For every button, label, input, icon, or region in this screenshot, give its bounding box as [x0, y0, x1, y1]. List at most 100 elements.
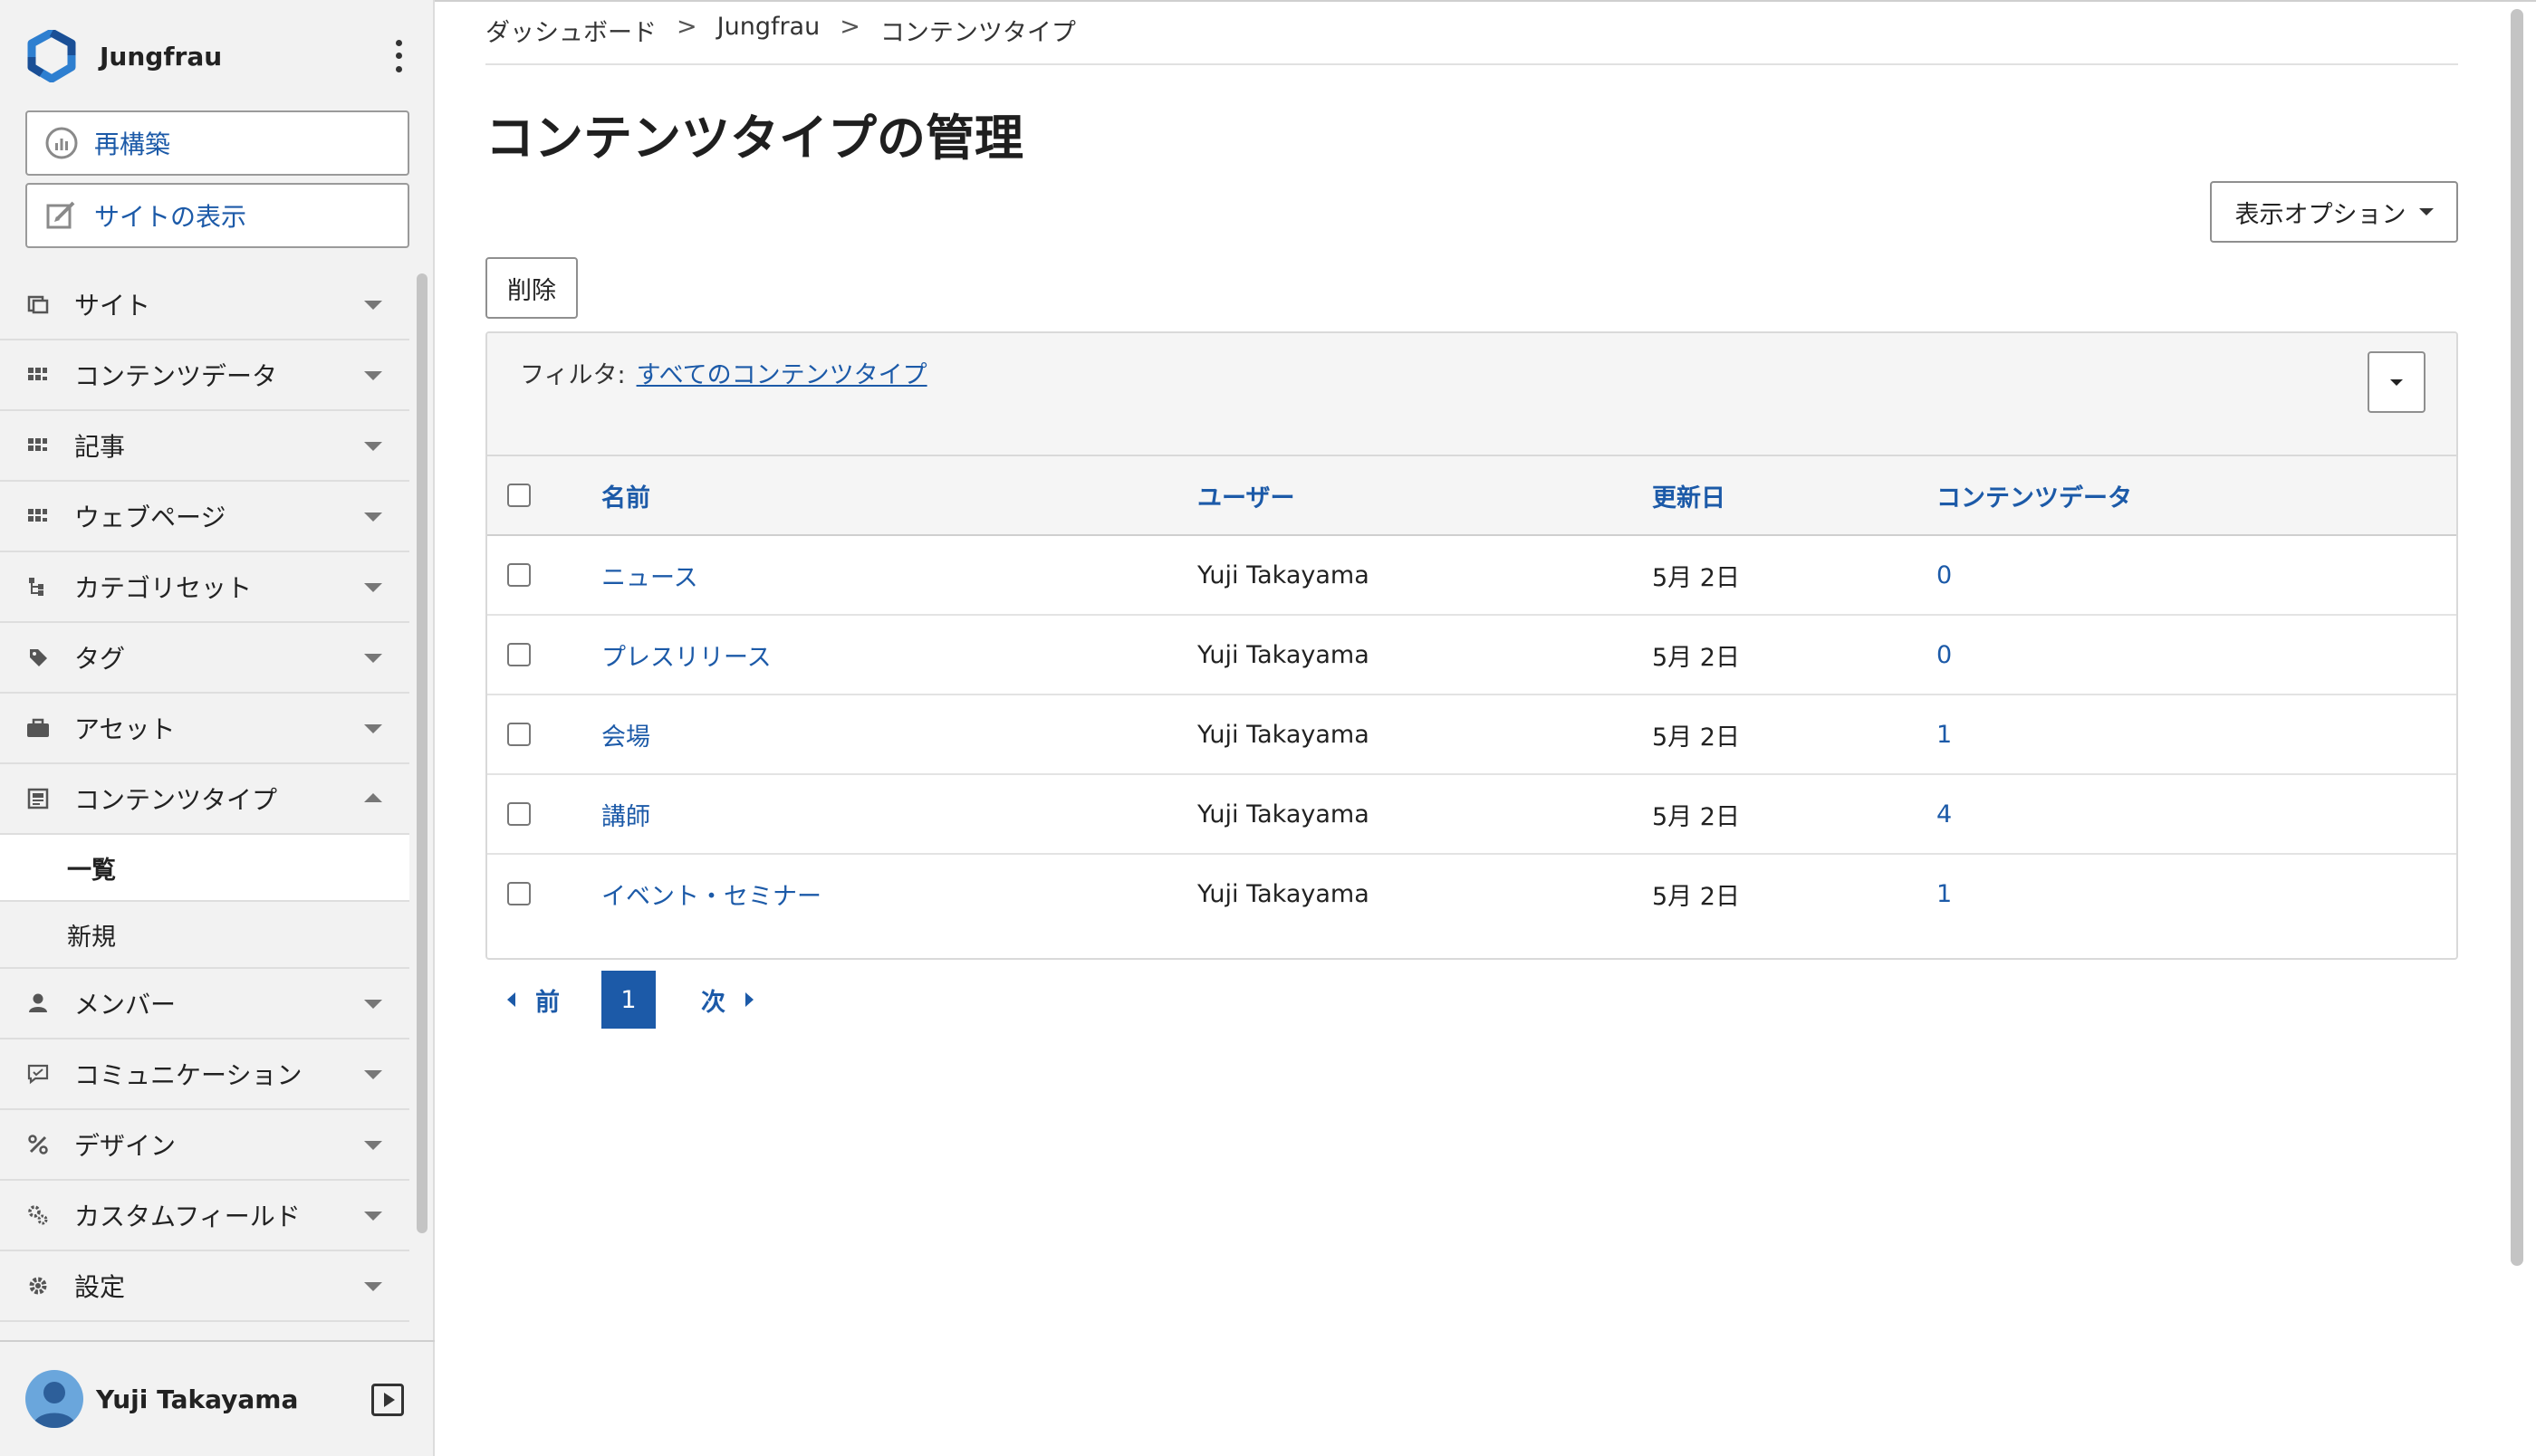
- view-site-button[interactable]: サイトの表示: [25, 183, 409, 248]
- rebuild-icon: [43, 125, 80, 161]
- row-content-data-link[interactable]: 0: [1936, 616, 1952, 694]
- sidebar-item-custom-fields[interactable]: カスタムフィールド: [0, 1181, 409, 1251]
- sidebar-item-assets[interactable]: アセット: [0, 694, 409, 764]
- breadcrumb-dashboard[interactable]: ダッシュボード: [485, 13, 657, 48]
- sidebar-scrollbar[interactable]: [417, 273, 427, 1233]
- caret-right-icon: [745, 992, 754, 1007]
- chevron-down-icon: [364, 1000, 382, 1009]
- breadcrumb-separator: >: [677, 13, 697, 41]
- view-site-label: サイトの表示: [94, 202, 247, 232]
- pagination: 前 1 次: [485, 971, 754, 1029]
- grid-icon: [25, 362, 51, 388]
- chevron-down-icon: [364, 1070, 382, 1079]
- row-content-data-link[interactable]: 4: [1936, 775, 1952, 853]
- row-content-data-link[interactable]: 0: [1936, 536, 1952, 614]
- chevron-down-icon: [364, 654, 382, 663]
- filter-value-link[interactable]: すべてのコンテンツタイプ: [637, 361, 927, 389]
- content-type-list-panel: フィルタ: すべてのコンテンツタイプ 名前 ユーザー 更新日 コンテンツデータ ニ…: [485, 331, 2458, 960]
- user-name[interactable]: Yuji Takayama: [96, 1384, 298, 1414]
- chevron-down-icon: [364, 724, 382, 733]
- tag-icon: [25, 645, 51, 670]
- sidebar-item-label: カテゴリセット: [74, 573, 253, 603]
- column-header-modified[interactable]: 更新日: [1652, 456, 1725, 534]
- row-modified: 5月 2日: [1652, 563, 1740, 592]
- sidebar-item-design[interactable]: デザイン: [0, 1110, 409, 1181]
- filter-text: フィルタ: すべてのコンテンツタイプ: [520, 355, 927, 390]
- table-row: 会場 Yuji Takayama 5月 2日 1: [487, 695, 2456, 775]
- sidebar-item-label: 記事: [74, 432, 126, 462]
- row-name-link[interactable]: イベント・セミナー: [601, 855, 821, 933]
- breadcrumb-site[interactable]: Jungfrau: [717, 13, 821, 48]
- sidebar-item-settings[interactable]: 設定: [0, 1251, 409, 1322]
- more-vertical-icon[interactable]: [388, 36, 409, 76]
- sidebar-item-content-data[interactable]: コンテンツデータ: [0, 340, 409, 411]
- chevron-down-icon: [364, 1141, 382, 1150]
- sidebar-item-articles[interactable]: 記事: [0, 411, 409, 482]
- external-edit-icon: [43, 197, 80, 234]
- sidebar-item-members[interactable]: メンバー: [0, 969, 409, 1039]
- row-name-link[interactable]: 会場: [601, 695, 650, 773]
- sidebar-item-category-sets[interactable]: カテゴリセット: [0, 552, 409, 623]
- sidebar-item-label: メンバー: [74, 990, 177, 1020]
- content-type-icon: [25, 786, 51, 811]
- select-all-checkbox[interactable]: [507, 484, 531, 507]
- sidebar: Jungfrau 再構築 サイトの表示 サイト コンテンツデータ 記事 ウェブペ…: [0, 0, 435, 1456]
- row-content-data-link[interactable]: 1: [1936, 695, 1952, 773]
- user-icon: [25, 991, 51, 1016]
- prev-page-link[interactable]: 前: [507, 982, 560, 1018]
- jungfrau-logo-icon[interactable]: [25, 30, 78, 82]
- column-header-content-data[interactable]: コンテンツデータ: [1936, 456, 2132, 534]
- sidebar-subitem-new[interactable]: 新規: [0, 902, 409, 969]
- caret-down-icon: [2418, 208, 2434, 216]
- caret-left-icon: [507, 992, 515, 1007]
- row-name-link[interactable]: プレスリリース: [601, 616, 772, 694]
- row-modified: 5月 2日: [1652, 643, 1740, 672]
- row-checkbox[interactable]: [507, 882, 531, 905]
- sidebar-item-label: 設定: [74, 1272, 126, 1302]
- table-row: ニュース Yuji Takayama 5月 2日 0: [487, 536, 2456, 616]
- sidebar-item-label: ウェブページ: [74, 503, 226, 532]
- breadcrumb-divider: [485, 63, 2458, 65]
- row-checkbox[interactable]: [507, 563, 531, 587]
- sidebar-item-site[interactable]: サイト: [0, 270, 409, 340]
- column-header-user[interactable]: ユーザー: [1197, 456, 1294, 534]
- chevron-up-icon: [364, 793, 382, 802]
- table-header: 名前 ユーザー 更新日 コンテンツデータ: [487, 456, 2456, 536]
- page-scrollbar[interactable]: [2511, 9, 2523, 1266]
- row-checkbox[interactable]: [507, 643, 531, 666]
- current-page[interactable]: 1: [601, 971, 656, 1029]
- chevron-down-icon: [364, 1212, 382, 1221]
- sidebar-item-content-types[interactable]: コンテンツタイプ: [0, 764, 409, 835]
- sidebar-item-webpages[interactable]: ウェブページ: [0, 482, 409, 552]
- delete-button[interactable]: 削除: [485, 257, 578, 319]
- site-icon: [25, 292, 51, 317]
- next-page-link[interactable]: 次: [701, 982, 754, 1018]
- rebuild-label: 再構築: [94, 129, 171, 159]
- display-options-button[interactable]: 表示オプション: [2210, 181, 2458, 243]
- row-name-link[interactable]: 講師: [601, 775, 650, 853]
- table-row: イベント・セミナー Yuji Takayama 5月 2日 1: [487, 855, 2456, 934]
- table-row: プレスリリース Yuji Takayama 5月 2日 0: [487, 616, 2456, 695]
- filter-toggle-button[interactable]: [2368, 351, 2426, 413]
- prev-page-label: 前: [535, 988, 560, 1017]
- row-name-link[interactable]: ニュース: [601, 536, 698, 614]
- chevron-down-icon: [364, 512, 382, 522]
- chevron-down-icon: [364, 301, 382, 310]
- avatar[interactable]: [25, 1370, 83, 1428]
- filter-bar: フィルタ: すべてのコンテンツタイプ: [487, 333, 2456, 456]
- rebuild-button[interactable]: 再構築: [25, 110, 409, 176]
- row-checkbox[interactable]: [507, 723, 531, 746]
- collapse-sidebar-icon[interactable]: [371, 1384, 404, 1416]
- grid-icon: [25, 503, 51, 529]
- site-name[interactable]: Jungfrau: [100, 42, 222, 72]
- sidebar-item-tags[interactable]: タグ: [0, 623, 409, 694]
- sidebar-subitem-list[interactable]: 一覧: [0, 835, 409, 902]
- row-content-data-link[interactable]: 1: [1936, 855, 1952, 933]
- row-checkbox[interactable]: [507, 802, 531, 826]
- chevron-down-icon: [364, 371, 382, 380]
- sidebar-item-communication[interactable]: コミュニケーション: [0, 1039, 409, 1110]
- breadcrumb-current: コンテンツタイプ: [879, 19, 1076, 47]
- sidebar-item-label: タグ: [74, 644, 126, 674]
- sidebar-item-label: アセット: [74, 714, 176, 744]
- column-header-name[interactable]: 名前: [601, 456, 650, 534]
